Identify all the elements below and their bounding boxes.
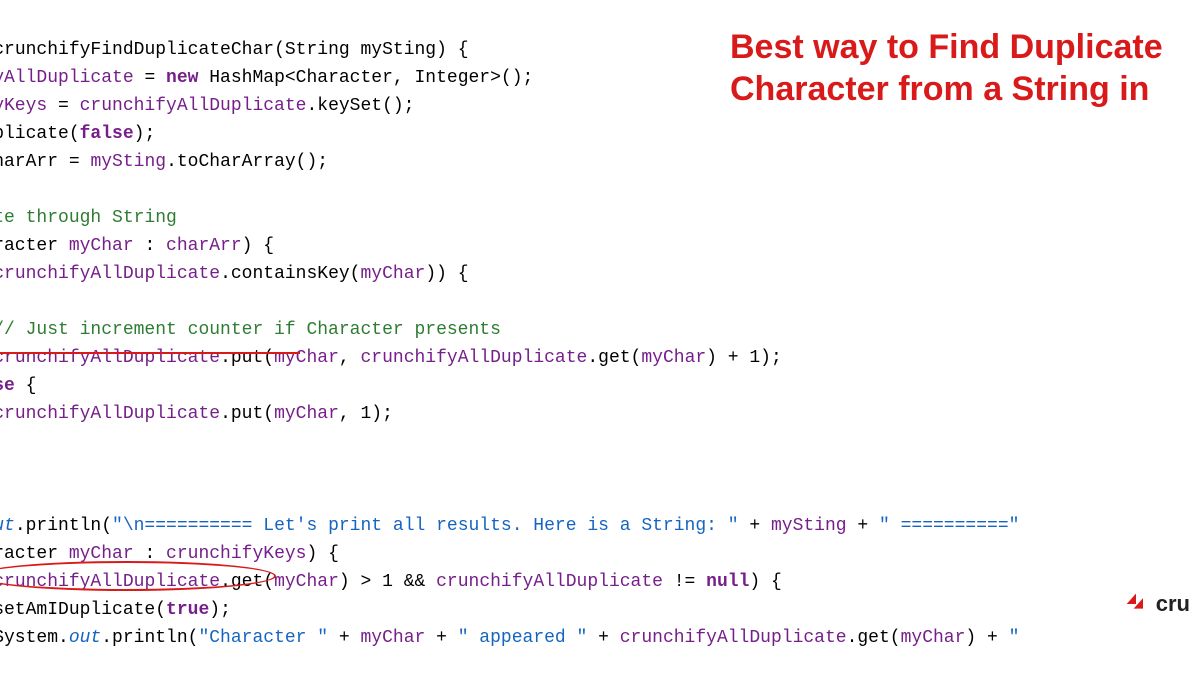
t: [] charArr = [0,152,90,172]
t: chifyKeys [0,96,47,116]
t: HashMap<Character, Integer>(); [198,68,533,88]
t: (Character [0,236,69,256]
t: terate through String [0,208,177,228]
t: " ==========" [879,516,1019,536]
t: mySting [771,516,847,536]
t: // Just increment counter if Character p… [0,320,501,340]
t: + [847,516,879,536]
t: crunchifyAllDuplicate [0,264,220,284]
brand-text: cru [1156,590,1190,618]
t: ) { [749,572,781,592]
headline-line2: Character from a String in [730,68,1200,110]
t: new [166,68,198,88]
t: crunchifyAllDuplicate [0,404,220,424]
t: myChar [361,264,426,284]
t: " [1009,628,1020,648]
t: .println( [15,516,112,536]
t: + [739,516,771,536]
t: (String mySting) { [274,40,468,60]
t: myChar [641,348,706,368]
t: = [134,68,166,88]
t: .get( [587,348,641,368]
t: { [15,376,37,396]
t: myChar [901,628,966,648]
t: null [706,572,749,592]
t: myChar [274,572,339,592]
t: "\n========== [112,516,263,536]
t: crunchifyAllDuplicate [80,96,307,116]
t: true [166,600,209,620]
t: setAmIDuplicate( [0,600,166,620]
t: crunchifyAllDuplicate [361,348,588,368]
t: = [47,96,79,116]
t: .println( [101,628,198,648]
t: .put( [220,404,274,424]
t: , [339,348,361,368]
t: .toCharArray(); [166,152,328,172]
t: crunchifyAllDuplicate [0,348,220,368]
t: crunchifyAllDuplicate [436,572,663,592]
t: .get( [847,628,901,648]
t: ) + 1); [706,348,782,368]
t: myChar [69,236,134,256]
t: ) + [965,628,1008,648]
t: System. [0,628,69,648]
underline-annotation [0,352,300,354]
t: charArr [166,236,242,256]
t: .keySet(); [306,96,414,116]
t: )) { [425,264,468,284]
t: myChar [360,628,425,648]
t: ); [209,600,231,620]
t: .containsKey( [220,264,360,284]
t: (Character [0,544,69,564]
t: + [425,628,457,648]
t: ) > 1 && [339,572,436,592]
t: " [728,516,739,536]
t: Let's print all results. Here is a Strin… [263,516,727,536]
headline-line1: Best way to Find Duplicate [730,26,1200,68]
t: : [134,236,166,256]
t: chifyAllDuplicate [0,68,134,88]
chevrons-icon [1122,590,1150,618]
t: crunchifyFindDuplicateChar [0,40,274,60]
t: mySting [90,152,166,172]
t: + [587,628,619,648]
t: mIDuplicate( [0,124,80,144]
t: out [69,628,101,648]
brand-logo: cru [1122,590,1190,618]
t: ) { [306,544,338,564]
t: out [0,516,15,536]
t: crunchifyAllDuplicate [620,628,847,648]
t: , 1); [339,404,393,424]
t: myChar [274,348,339,368]
t: ) { [242,236,274,256]
t: false [80,124,134,144]
t: != [663,572,706,592]
t: + [328,628,360,648]
t: crunchifyKeys [166,544,306,564]
t: ); [134,124,156,144]
t: "Character " [198,628,328,648]
t: .put( [220,348,274,368]
headline: Best way to Find Duplicate Character fro… [730,26,1200,110]
t: myChar [274,404,339,424]
t: else [0,376,15,396]
t: " appeared " [458,628,588,648]
